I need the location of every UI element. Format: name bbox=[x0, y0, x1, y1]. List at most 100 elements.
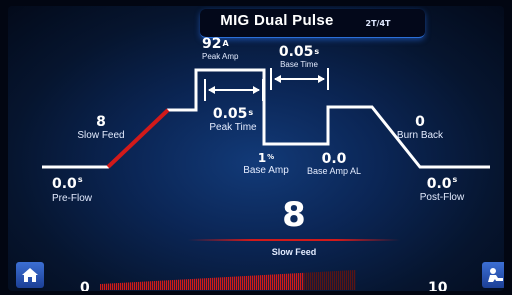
slider-tick bbox=[290, 273, 292, 290]
slider-tick bbox=[232, 276, 234, 290]
slider-tick bbox=[110, 283, 112, 290]
value-slider[interactable] bbox=[100, 268, 356, 290]
post-flow-label: Post-Flow bbox=[419, 192, 465, 203]
base-amp-param[interactable]: 1% Base Amp bbox=[236, 152, 296, 177]
slider-tick bbox=[136, 282, 138, 290]
slider-tick bbox=[184, 279, 186, 290]
burn-back-param[interactable]: 0 Burn Back bbox=[388, 114, 452, 141]
slider-tick bbox=[244, 276, 246, 290]
pre-flow-param[interactable]: 0.0s Pre-Flow bbox=[52, 175, 102, 204]
slider-tick bbox=[296, 273, 298, 290]
slider-tick bbox=[300, 272, 302, 290]
slider-tick bbox=[216, 277, 218, 290]
slider-tick bbox=[254, 275, 256, 290]
slider-tick bbox=[242, 276, 244, 290]
slider-tick bbox=[186, 279, 188, 290]
slider-tick bbox=[138, 281, 140, 290]
slider-tick bbox=[126, 282, 128, 290]
slider-tick bbox=[226, 277, 228, 290]
base-amp-al-param[interactable]: 0.0 Base Amp AL bbox=[302, 152, 366, 176]
slider-tick bbox=[312, 272, 314, 290]
slider-tick bbox=[168, 280, 170, 290]
slider-tick bbox=[210, 277, 212, 290]
home-icon bbox=[22, 268, 38, 282]
slider-tick bbox=[306, 272, 308, 290]
slider-tick bbox=[144, 281, 146, 290]
slider-tick bbox=[160, 280, 162, 290]
slider-tick bbox=[286, 273, 288, 290]
base-time-param[interactable]: 0.05s Base Time bbox=[261, 44, 337, 70]
slider-tick bbox=[100, 284, 102, 290]
slider-tick bbox=[190, 279, 192, 290]
slider-tick bbox=[150, 281, 152, 290]
slider-tick bbox=[230, 276, 232, 290]
slider-tick bbox=[280, 274, 282, 290]
slider-tick bbox=[354, 270, 356, 290]
slider-tick bbox=[132, 282, 134, 290]
slider-tick bbox=[104, 283, 106, 290]
burn-back-value: 0 bbox=[415, 114, 425, 130]
slow-feed-value: 8 bbox=[96, 114, 106, 130]
slider-tick bbox=[346, 270, 348, 290]
peak-time-value: 0.05s bbox=[212, 106, 254, 122]
slider-tick bbox=[102, 283, 104, 290]
slider-tick bbox=[328, 271, 330, 290]
slider-tick bbox=[316, 272, 318, 290]
slider-tick bbox=[266, 274, 268, 290]
slider-tick bbox=[158, 280, 160, 290]
scale-max: 10 bbox=[428, 280, 448, 291]
slider-tick bbox=[214, 277, 216, 290]
slider-tick bbox=[112, 283, 114, 290]
home-button[interactable] bbox=[16, 262, 44, 288]
pre-flow-value: 0.0s bbox=[52, 175, 83, 192]
slider-tick bbox=[134, 282, 136, 290]
slider-tick bbox=[248, 275, 250, 290]
scale-min: 0 bbox=[80, 280, 90, 291]
slider-tick bbox=[174, 279, 176, 290]
slider-tick bbox=[222, 277, 224, 290]
slider-tick bbox=[288, 273, 290, 290]
slider-tick bbox=[348, 270, 350, 290]
slider-tick bbox=[352, 270, 354, 290]
burn-back-label: Burn Back bbox=[396, 130, 444, 141]
slider-tick bbox=[208, 278, 210, 290]
slider-tick bbox=[320, 271, 322, 290]
slider-tick bbox=[258, 275, 260, 290]
slow-feed-param[interactable]: 8 Slow Feed bbox=[66, 114, 136, 141]
selected-value: 8 bbox=[282, 195, 306, 235]
base-amp-al-value: 0.0 bbox=[321, 151, 347, 167]
slider-tick bbox=[106, 283, 108, 290]
slider-tick bbox=[124, 282, 126, 290]
slider-tick bbox=[342, 270, 344, 290]
slider-tick bbox=[246, 275, 248, 290]
slider-tick bbox=[298, 273, 300, 290]
slider-tick bbox=[152, 281, 154, 290]
slider-tick bbox=[206, 278, 208, 290]
slider-tick bbox=[198, 278, 200, 290]
slider-tick bbox=[350, 270, 352, 290]
slider-tick bbox=[250, 275, 252, 290]
slider-tick bbox=[218, 277, 220, 290]
slider-tick bbox=[240, 276, 242, 290]
post-flow-param[interactable]: 0.0s Post-Flow bbox=[412, 175, 472, 203]
welder-settings-button[interactable] bbox=[482, 262, 504, 288]
slider-tick bbox=[276, 274, 278, 290]
slider-tick bbox=[196, 278, 198, 290]
slider-tick bbox=[140, 281, 142, 290]
slider-tick bbox=[172, 280, 174, 290]
base-time-value: 0.05s bbox=[278, 44, 320, 60]
peak-time-param[interactable]: 0.05s Peak Time bbox=[195, 106, 271, 133]
slider-tick bbox=[282, 273, 284, 290]
slider-tick bbox=[236, 276, 238, 290]
slider-tick bbox=[188, 279, 190, 290]
slider-tick bbox=[344, 270, 346, 290]
slider-tick bbox=[302, 272, 304, 290]
slider-tick bbox=[234, 276, 236, 290]
welder-display: MIG Dual Pulse 2T/4T 0.0s Pre-Flow 8 Slo… bbox=[8, 6, 504, 291]
slider-tick bbox=[340, 270, 342, 290]
slider-tick bbox=[268, 274, 270, 290]
slider-tick bbox=[116, 283, 118, 290]
slider-tick bbox=[220, 277, 222, 290]
slider-tick bbox=[318, 271, 320, 290]
pre-flow-label: Pre-Flow bbox=[52, 193, 93, 204]
